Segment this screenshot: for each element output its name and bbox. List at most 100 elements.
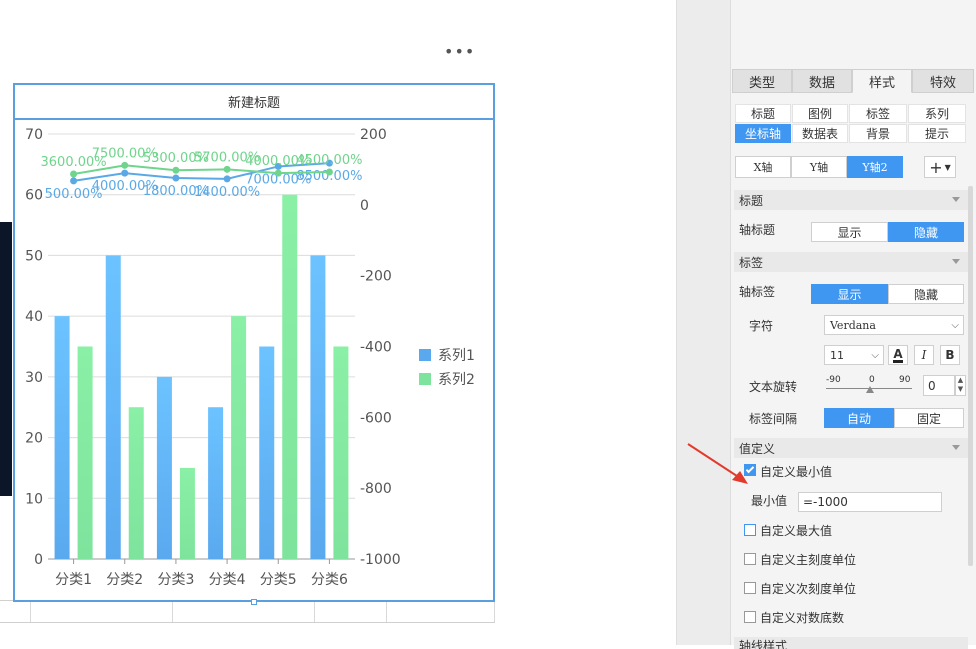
tab-effects[interactable]: 特效	[912, 69, 974, 93]
subtab-title[interactable]: 标题	[735, 104, 791, 123]
min-value-label: 最小值	[751, 494, 788, 508]
rotate-slider-handle[interactable]	[866, 386, 874, 393]
custom-minor-unit-checkbox[interactable]	[744, 582, 756, 594]
custom-log-base-checkbox[interactable]	[744, 611, 756, 623]
section-label-header[interactable]: 标签	[734, 252, 968, 272]
tab-type[interactable]: 类型	[732, 69, 792, 93]
label-interval-label: 标签间隔	[749, 412, 798, 426]
font-color-button[interactable]: A	[888, 345, 908, 365]
sheet-grid-line	[386, 600, 387, 622]
font-label: 字符	[749, 319, 774, 333]
chevron-down-icon: ⌵	[951, 320, 959, 331]
bar-1	[54, 316, 70, 559]
custom-major-unit-checkbox[interactable]	[744, 553, 756, 565]
legend-swatch	[419, 349, 431, 361]
interval-auto-button[interactable]: 自动	[824, 408, 894, 428]
italic-button[interactable]: I	[914, 345, 934, 365]
axis-label-label: 轴标签	[739, 285, 776, 299]
subtab-datatable[interactable]: 数据表	[792, 124, 848, 143]
rotate-min-label: -90	[826, 375, 841, 385]
y2-axis-button[interactable]: Y轴2	[847, 156, 903, 178]
rotate-stepper[interactable]: ▲ ▼	[955, 375, 966, 396]
axis-title-hide-button[interactable]: 隐藏	[888, 222, 964, 242]
tab-data[interactable]: 数据	[792, 69, 852, 93]
rotate-value-input[interactable]: 0	[923, 375, 955, 396]
axis-title-label: 轴标题	[739, 223, 776, 237]
legend-label: 系列2	[438, 372, 475, 388]
custom-min-label: 自定义最小值	[760, 465, 833, 479]
min-value-input[interactable]: =-1000	[798, 492, 942, 512]
y-tick-label: 0	[34, 552, 43, 568]
report-canvas[interactable]: 新建标题 0 10 20 30 40 50 60 70 200 0 -200 -400 -600 -800…	[0, 0, 676, 645]
tab-style[interactable]: 样式	[852, 69, 912, 93]
x-tick-label: 分类4	[209, 572, 246, 588]
y-tick-label: 20	[25, 431, 43, 447]
resize-handle[interactable]	[251, 599, 257, 605]
section-axis-line-header[interactable]: 轴线样式	[734, 637, 968, 649]
legend-swatch	[419, 373, 431, 385]
y2-tick-label: -800	[360, 481, 392, 497]
y-tick-label: 50	[25, 248, 43, 264]
line-point	[274, 169, 282, 177]
x-tick-label: 分类6	[311, 572, 348, 588]
y2-tick-label: -1000	[360, 552, 401, 568]
line-point	[121, 161, 129, 169]
font-size-value: 11	[830, 348, 844, 362]
rotate-max-label: 90	[899, 375, 911, 385]
subtab-label[interactable]: 标签	[849, 104, 907, 123]
bar-2	[333, 346, 349, 559]
chart-title[interactable]: 新建标题	[15, 85, 493, 120]
chart-plot[interactable]: 0 10 20 30 40 50 60 70 200 0 -200 -400 -600 -800 -1000…	[15, 120, 493, 600]
section-value-header[interactable]: 值定义	[734, 438, 968, 458]
custom-major-unit-label: 自定义主刻度单位	[760, 553, 857, 567]
line-point	[70, 170, 78, 178]
section-title-label: 标题	[739, 193, 764, 208]
y-tick-label: 70	[25, 127, 43, 143]
axis-title-show-button[interactable]: 显示	[811, 222, 888, 242]
custom-log-base-label: 自定义对数底数	[760, 611, 845, 625]
y-tick-label: 40	[25, 309, 43, 325]
x-tick-label: 分类2	[106, 572, 143, 588]
font-size-select[interactable]: 11 ⌵	[824, 345, 884, 365]
x-axis-button[interactable]: X轴	[735, 156, 791, 178]
custom-max-checkbox[interactable]	[744, 524, 756, 536]
axis-label-show-button[interactable]: 显示	[811, 284, 888, 304]
add-axis-button[interactable]: + ▼	[924, 156, 956, 178]
subtab-tooltip[interactable]: 提示	[908, 124, 966, 143]
sheet-grid-line	[172, 600, 173, 622]
x-tick-label: 分类3	[157, 572, 194, 588]
legend-label: 系列1	[438, 348, 475, 364]
line-point	[172, 166, 180, 174]
collapse-icon	[952, 259, 960, 264]
sheet-grid-line	[494, 600, 495, 622]
y2-tick-label: -200	[360, 269, 392, 285]
panel-divider	[676, 0, 730, 645]
y-tick-label: 60	[25, 188, 43, 204]
data-label: 4500.00%	[296, 153, 362, 168]
bold-icon: B	[945, 348, 955, 362]
subtab-axis[interactable]: 坐标轴	[735, 124, 791, 143]
font-family-select[interactable]: Verdana ⌵	[824, 315, 964, 335]
bar-1	[156, 376, 172, 559]
bold-button[interactable]: B	[940, 345, 960, 365]
chevron-down-icon: ▼	[944, 162, 951, 172]
sheet-grid-line	[0, 622, 495, 623]
y2-tick-label: 200	[360, 127, 387, 143]
line-point	[223, 165, 231, 173]
collapse-icon	[952, 197, 960, 202]
subtab-legend[interactable]: 图例	[792, 104, 848, 123]
subtab-series[interactable]: 系列	[908, 104, 966, 123]
sheet-grid-line	[314, 600, 315, 622]
panel-scrollbar[interactable]	[968, 186, 973, 566]
axis-label-hide-button[interactable]: 隐藏	[888, 284, 964, 304]
more-icon[interactable]: •••	[444, 44, 475, 60]
section-title-header[interactable]: 标题	[734, 190, 968, 210]
x-tick-label: 分类5	[260, 572, 297, 588]
chart-widget[interactable]: 新建标题 0 10 20 30 40 50 60 70 200 0 -200 -400 -600 -800…	[13, 83, 495, 602]
bar-2	[179, 467, 195, 559]
rotate-label: 文本旋转	[749, 380, 798, 394]
custom-max-label: 自定义最大值	[760, 524, 833, 538]
subtab-background[interactable]: 背景	[849, 124, 907, 143]
interval-fixed-button[interactable]: 固定	[894, 408, 964, 428]
y-axis-button[interactable]: Y轴	[791, 156, 847, 178]
